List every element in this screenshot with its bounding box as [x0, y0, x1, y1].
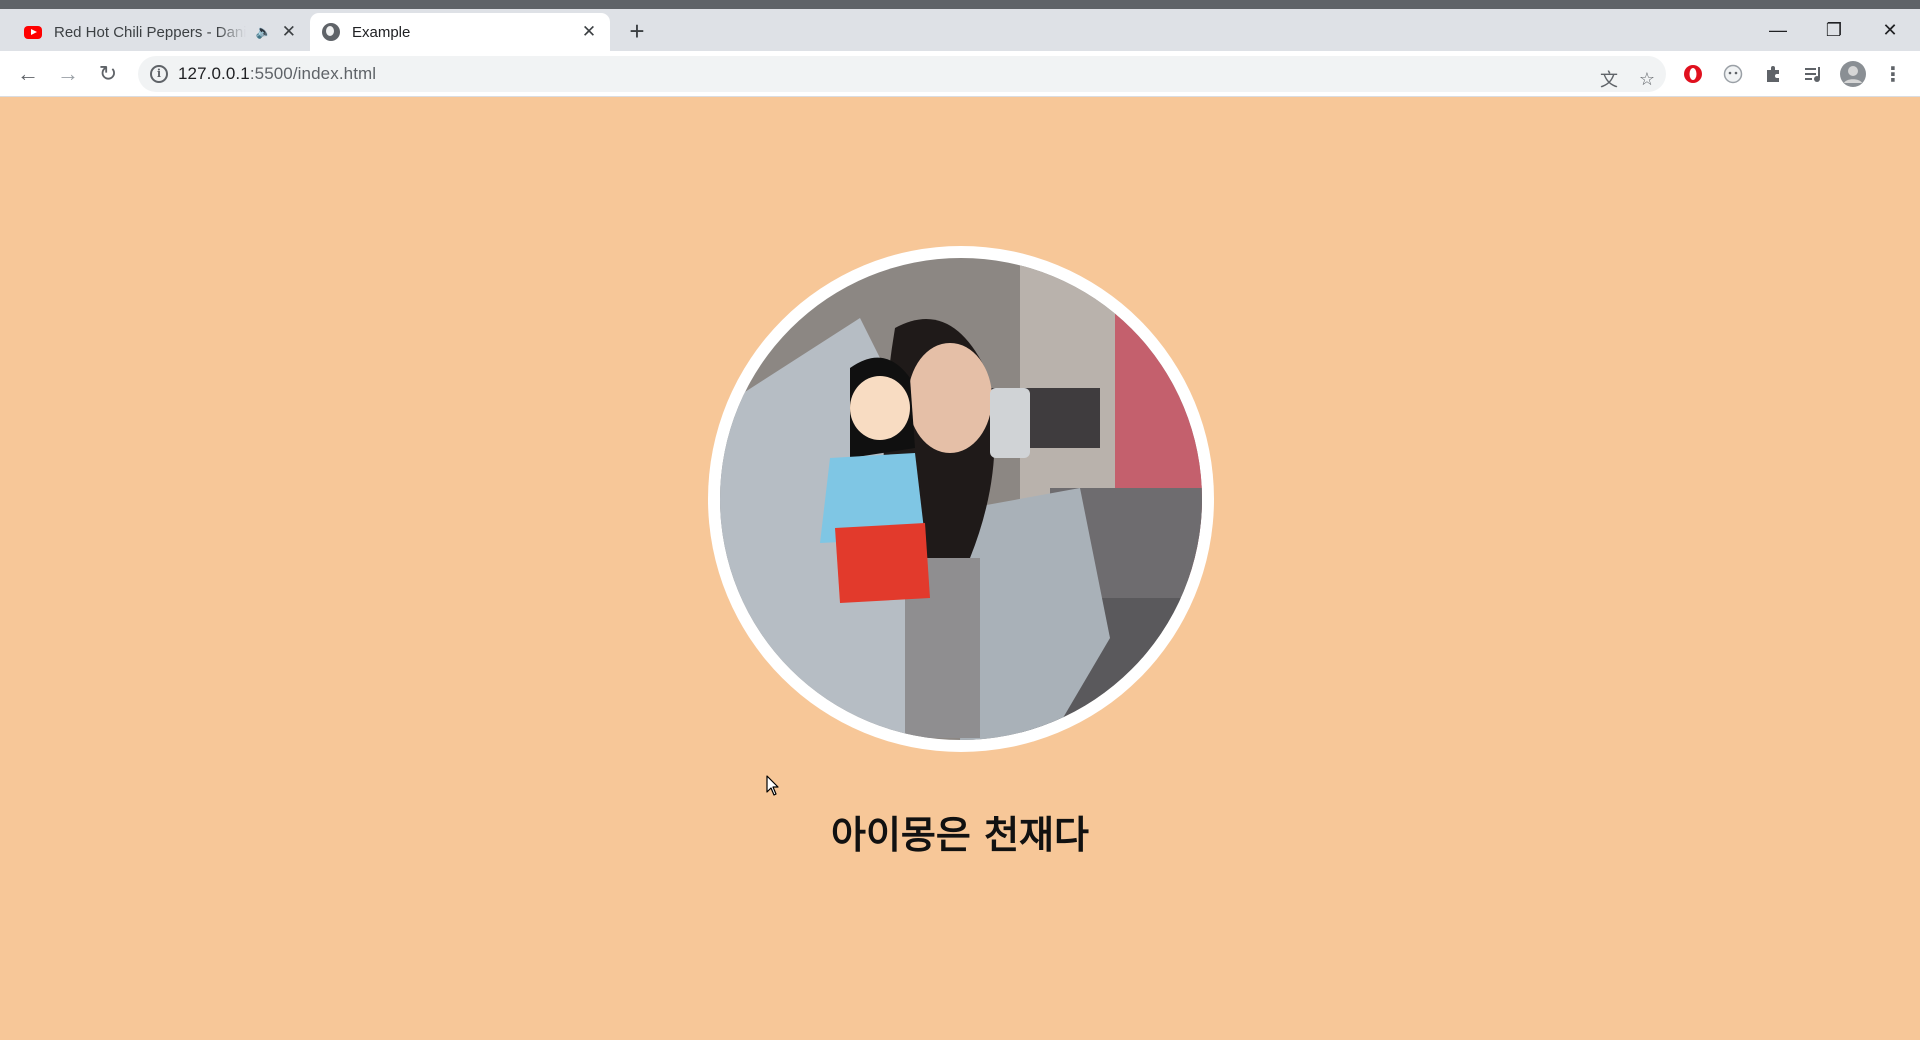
mouse-cursor-icon	[766, 775, 780, 802]
address-bar[interactable]: i 127.0.0.1:5500/index.html 文 ☆	[138, 56, 1666, 92]
forward-icon[interactable]: →	[52, 58, 84, 90]
window-close-icon[interactable]: ✕	[1862, 9, 1918, 51]
close-tab-icon[interactable]: ✕	[282, 23, 296, 41]
speaker-icon[interactable]: 🔈	[256, 24, 272, 40]
tab-title: Red Hot Chili Peppers - Dani California	[54, 23, 246, 41]
minimize-icon[interactable]: —	[1750, 9, 1806, 51]
profile-photo	[720, 258, 1202, 740]
reload-icon[interactable]: ↻	[92, 58, 124, 90]
new-tab-button[interactable]: +	[624, 18, 650, 45]
profile-photo-frame	[708, 246, 1214, 752]
star-icon[interactable]: ☆	[1632, 64, 1662, 94]
tab-title: Example	[352, 23, 411, 41]
url-text[interactable]: 127.0.0.1:5500/index.html	[178, 64, 376, 84]
translate-icon[interactable]: 文	[1594, 64, 1624, 94]
youtube-icon	[24, 23, 42, 41]
media-icon[interactable]	[1798, 59, 1828, 89]
back-icon[interactable]: ←	[12, 58, 44, 90]
opera-icon[interactable]	[1678, 59, 1708, 89]
info-icon[interactable]: i	[150, 65, 168, 83]
menu-icon[interactable]: ⋮	[1878, 59, 1908, 89]
profile-avatar[interactable]	[1838, 59, 1868, 89]
profile-photo-illustration	[720, 258, 1202, 740]
puzzle-icon[interactable]	[1758, 59, 1788, 89]
window-top-strip	[0, 0, 1920, 9]
browser-toolbar: ← → ↻ i 127.0.0.1:5500/index.html 文 ☆ ⋮	[0, 51, 1920, 97]
extension-icon[interactable]	[1718, 59, 1748, 89]
tab-example[interactable]: Example ✕	[310, 13, 610, 51]
tab-youtube[interactable]: Red Hot Chili Peppers - Dani California …	[12, 13, 308, 51]
close-tab-icon[interactable]: ✕	[580, 23, 598, 41]
restore-icon[interactable]: ❐	[1806, 9, 1862, 51]
page-caption: 아이몽은 천재다	[831, 813, 1089, 857]
tab-bar: Red Hot Chili Peppers - Dani California …	[0, 9, 1920, 51]
globe-icon	[322, 23, 340, 41]
